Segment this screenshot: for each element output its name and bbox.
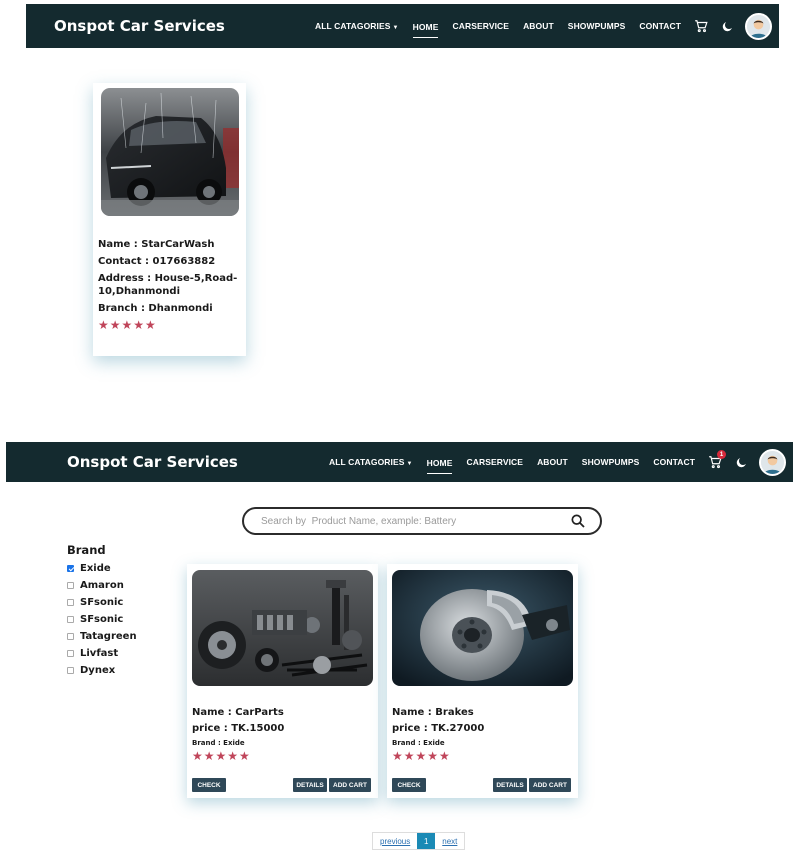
brand-option-exide[interactable]: Exide xyxy=(67,560,137,577)
nav-carservice-2[interactable]: CARSERVICE xyxy=(466,454,523,470)
checkbox[interactable] xyxy=(67,667,74,674)
product-info: Name : CarParts price : TK.15000 Brand :… xyxy=(192,705,284,762)
details-button[interactable]: DETAILS xyxy=(493,778,527,792)
nav-home-2[interactable]: HOME xyxy=(426,455,453,474)
page-1-button[interactable]: 1 xyxy=(417,833,436,849)
checkbox[interactable] xyxy=(67,633,74,640)
nav-contact[interactable]: CONTACT xyxy=(639,18,681,34)
shop-name: Name : StarCarWash xyxy=(98,239,215,250)
pagination: previous 1 next xyxy=(372,832,466,850)
brand-option-amaron[interactable]: Amaron xyxy=(67,577,137,594)
nav-contact-2[interactable]: CONTACT xyxy=(653,454,695,470)
caret-down-icon: ▼ xyxy=(392,25,399,31)
details-button[interactable]: DETAILS xyxy=(293,778,327,792)
shop-contact: Contact : 017663882 xyxy=(98,256,216,267)
nav-about-2[interactable]: ABOUT xyxy=(537,454,568,470)
brand-option-livfast[interactable]: Livfast xyxy=(67,645,137,662)
product-price: price : TK.15000 xyxy=(192,723,285,734)
cart-icon[interactable]: 1 xyxy=(707,450,726,470)
checkbox[interactable] xyxy=(67,599,74,606)
product-image-carparts xyxy=(192,570,373,686)
product-card: Name : Brakes price : TK.27000 Brand : E… xyxy=(387,564,578,798)
nav-about[interactable]: ABOUT xyxy=(523,18,554,34)
moon-icon[interactable] xyxy=(719,18,735,34)
search-icon[interactable] xyxy=(570,513,586,534)
rating-stars: ★★★★★ xyxy=(192,749,251,763)
filter-title: Brand xyxy=(67,543,106,557)
check-button[interactable]: CHECK xyxy=(392,778,426,792)
cart-count-badge: 1 xyxy=(717,450,726,459)
nav-showpumps[interactable]: SHOWPUMPS xyxy=(568,18,626,34)
check-button[interactable]: CHECK xyxy=(192,778,226,792)
search-bar xyxy=(242,507,602,535)
product-info: Name : Brakes price : TK.27000 Brand : E… xyxy=(392,705,484,762)
rating-stars: ★★★★★ xyxy=(98,318,157,332)
nav-all-categories[interactable]: ALL CATAGORIES ▼ xyxy=(315,18,399,34)
product-name: Name : CarParts xyxy=(192,707,284,718)
top-navbar: Onspot Car Services ALL CATAGORIES ▼ HOME… xyxy=(26,4,779,48)
search-input[interactable] xyxy=(261,515,551,527)
shop-address: Address : House-5,Road-10,Dhanmondi xyxy=(98,273,238,297)
checkbox[interactable] xyxy=(67,650,74,657)
product-image-brakes xyxy=(392,570,573,686)
brand-option-tatagreen[interactable]: Tatagreen xyxy=(67,628,137,645)
brand-option-sfsonic-2[interactable]: SFsonic xyxy=(67,611,137,628)
checkbox[interactable] xyxy=(67,616,74,623)
avatar[interactable] xyxy=(759,448,786,476)
shop-branch: Branch : Dhanmondi xyxy=(98,303,213,314)
previous-page-link[interactable]: previous xyxy=(373,833,417,849)
nav-showpumps-2[interactable]: SHOWPUMPS xyxy=(582,454,640,470)
car-wash-card[interactable]: Name : StarCarWash Contact : 017663882 A… xyxy=(93,83,246,356)
car-wash-info: Name : StarCarWash Contact : 017663882 A… xyxy=(98,238,242,335)
nav-links: ALL CATAGORIES ▼ HOME CARSERVICE ABOUT SH… xyxy=(308,12,779,40)
product-name: Name : Brakes xyxy=(392,707,474,718)
avatar[interactable] xyxy=(745,12,772,40)
brand-filter: Brand Exide Amaron SFsonic SFsonic Tatag… xyxy=(67,543,137,679)
add-cart-button[interactable]: ADD CART xyxy=(329,778,371,792)
top-navbar-2: Onspot Car Services ALL CATAGORIES ▼ HOME… xyxy=(6,442,793,482)
product-card: Name : CarParts price : TK.15000 Brand :… xyxy=(187,564,378,798)
checkbox[interactable] xyxy=(67,565,74,572)
product-price: price : TK.27000 xyxy=(392,723,485,734)
brand-logo[interactable]: Onspot Car Services xyxy=(54,17,225,35)
checkbox[interactable] xyxy=(67,582,74,589)
brand-logo-2[interactable]: Onspot Car Services xyxy=(67,453,238,471)
nav-home[interactable]: HOME xyxy=(412,19,439,38)
rating-stars: ★★★★★ xyxy=(392,749,451,763)
brand-option-sfsonic[interactable]: SFsonic xyxy=(67,594,137,611)
nav-all-categories-2[interactable]: ALL CATAGORIES ▼ xyxy=(329,454,413,470)
product-brand: Brand : Exide xyxy=(192,739,245,747)
caret-down-icon: ▼ xyxy=(406,461,413,467)
brand-option-dynex[interactable]: Dynex xyxy=(67,662,137,679)
moon-icon[interactable] xyxy=(733,454,749,470)
nav-carservice[interactable]: CARSERVICE xyxy=(452,18,509,34)
nav-links-2: ALL CATAGORIES ▼ HOME CARSERVICE ABOUT SH… xyxy=(322,448,793,476)
next-page-link[interactable]: next xyxy=(435,833,464,849)
cart-icon[interactable] xyxy=(693,18,709,34)
add-cart-button[interactable]: ADD CART xyxy=(529,778,571,792)
car-wash-image xyxy=(101,88,239,216)
product-brand: Brand : Exide xyxy=(392,739,445,747)
